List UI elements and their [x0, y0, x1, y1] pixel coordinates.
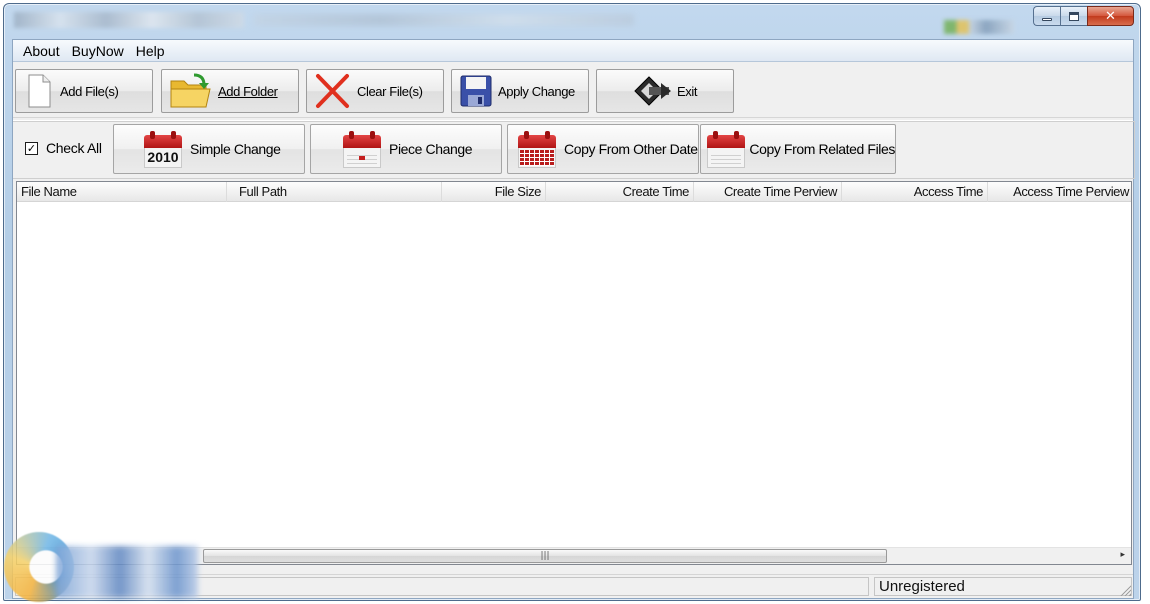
piece-change-button[interactable]: Piece Change	[310, 124, 502, 174]
column-file-size[interactable]: File Size	[442, 182, 546, 202]
simple-change-button[interactable]: 2010 Simple Change	[113, 124, 305, 174]
client-area: About BuyNow Help Add File(s) Add Folder…	[12, 39, 1135, 599]
close-button[interactable]: ✕	[1087, 6, 1134, 26]
menu-bar: About BuyNow Help	[13, 40, 1133, 62]
clear-files-button[interactable]: Clear File(s)	[306, 69, 444, 113]
registration-status: Unregistered	[874, 577, 1132, 596]
file-icon	[28, 74, 51, 108]
grip-icon: |||	[540, 551, 550, 561]
scroll-thumb[interactable]: |||	[203, 549, 887, 563]
exit-label: Exit	[677, 83, 698, 99]
clear-files-label: Clear File(s)	[357, 83, 423, 99]
copy-other-date-button[interactable]: Copy From Other Date	[507, 124, 699, 174]
app-window: ✕ About BuyNow Help Add File(s) Add Fold…	[3, 3, 1141, 601]
check-all-checkbox[interactable]: ✓ Check All	[25, 140, 102, 156]
checkmark-icon: ✓	[26, 141, 37, 155]
apply-change-label: Apply Change	[498, 83, 575, 99]
column-file-name[interactable]: File Name	[17, 182, 227, 202]
folder-add-icon	[170, 73, 211, 108]
exit-icon	[634, 76, 671, 106]
column-create-time-perview[interactable]: Create Time Perview	[694, 182, 842, 202]
calendar-lines-icon	[705, 129, 745, 169]
tray-icons-obscured	[944, 20, 1014, 34]
title-background-obscured	[254, 14, 634, 26]
column-create-time[interactable]: Create Time	[546, 182, 694, 202]
logo-text-obscured	[56, 546, 198, 598]
date-toolbar: ✓ Check All 2010 Simple Change Piece Cha…	[13, 120, 1135, 179]
piece-change-label: Piece Change	[389, 141, 473, 157]
scroll-right-arrow-icon[interactable]: ▸	[1120, 550, 1125, 560]
calendar-page-icon	[341, 129, 383, 169]
menu-help[interactable]: Help	[130, 41, 171, 61]
calendar-grid-icon	[516, 129, 558, 169]
maximize-icon	[1069, 11, 1079, 21]
apply-change-button[interactable]: Apply Change	[451, 69, 589, 113]
minimize-button[interactable]	[1033, 6, 1060, 26]
check-all-label: Check All	[46, 140, 102, 156]
title-bar[interactable]: ✕	[4, 4, 1140, 38]
column-access-time-perview[interactable]: Access Time Perview	[988, 182, 1133, 202]
add-files-button[interactable]: Add File(s)	[15, 69, 153, 113]
close-icon: ✕	[1105, 8, 1116, 24]
file-list-body[interactable]	[17, 203, 1131, 551]
copy-related-files-button[interactable]: Copy From Related Files	[700, 124, 896, 174]
column-access-time[interactable]: Access Time	[842, 182, 988, 202]
calendar-year-icon: 2010	[142, 129, 184, 169]
menu-about[interactable]: About	[17, 41, 66, 61]
menu-buynow[interactable]: BuyNow	[66, 41, 130, 61]
file-list[interactable]: File Name Full Path File Size Create Tim…	[16, 181, 1132, 565]
add-folder-label: Add Folder	[218, 83, 278, 99]
add-folder-button[interactable]: Add Folder	[161, 69, 299, 113]
window-controls: ✕	[1033, 6, 1134, 26]
calendar-year-text: 2010	[147, 149, 179, 165]
exit-button[interactable]: Exit	[596, 69, 734, 113]
watermark-logo	[0, 528, 200, 604]
column-full-path[interactable]: Full Path	[227, 182, 442, 202]
minimize-icon	[1042, 17, 1052, 21]
file-list-header: File Name Full Path File Size Create Tim…	[17, 182, 1131, 202]
clear-x-icon	[316, 74, 349, 108]
simple-change-label: Simple Change	[190, 141, 281, 157]
main-toolbar: Add File(s) Add Folder Clear File(s) App…	[13, 63, 1133, 118]
check-all-box[interactable]: ✓	[25, 141, 38, 155]
copy-related-files-label: Copy From Related Files	[749, 141, 895, 157]
maximize-button[interactable]	[1060, 6, 1087, 26]
save-disk-icon	[460, 75, 492, 107]
add-files-label: Add File(s)	[60, 83, 119, 99]
window-title-obscured	[14, 12, 244, 28]
copy-other-date-label: Copy From Other Date	[564, 141, 698, 157]
resize-grip-icon[interactable]	[1119, 584, 1131, 596]
